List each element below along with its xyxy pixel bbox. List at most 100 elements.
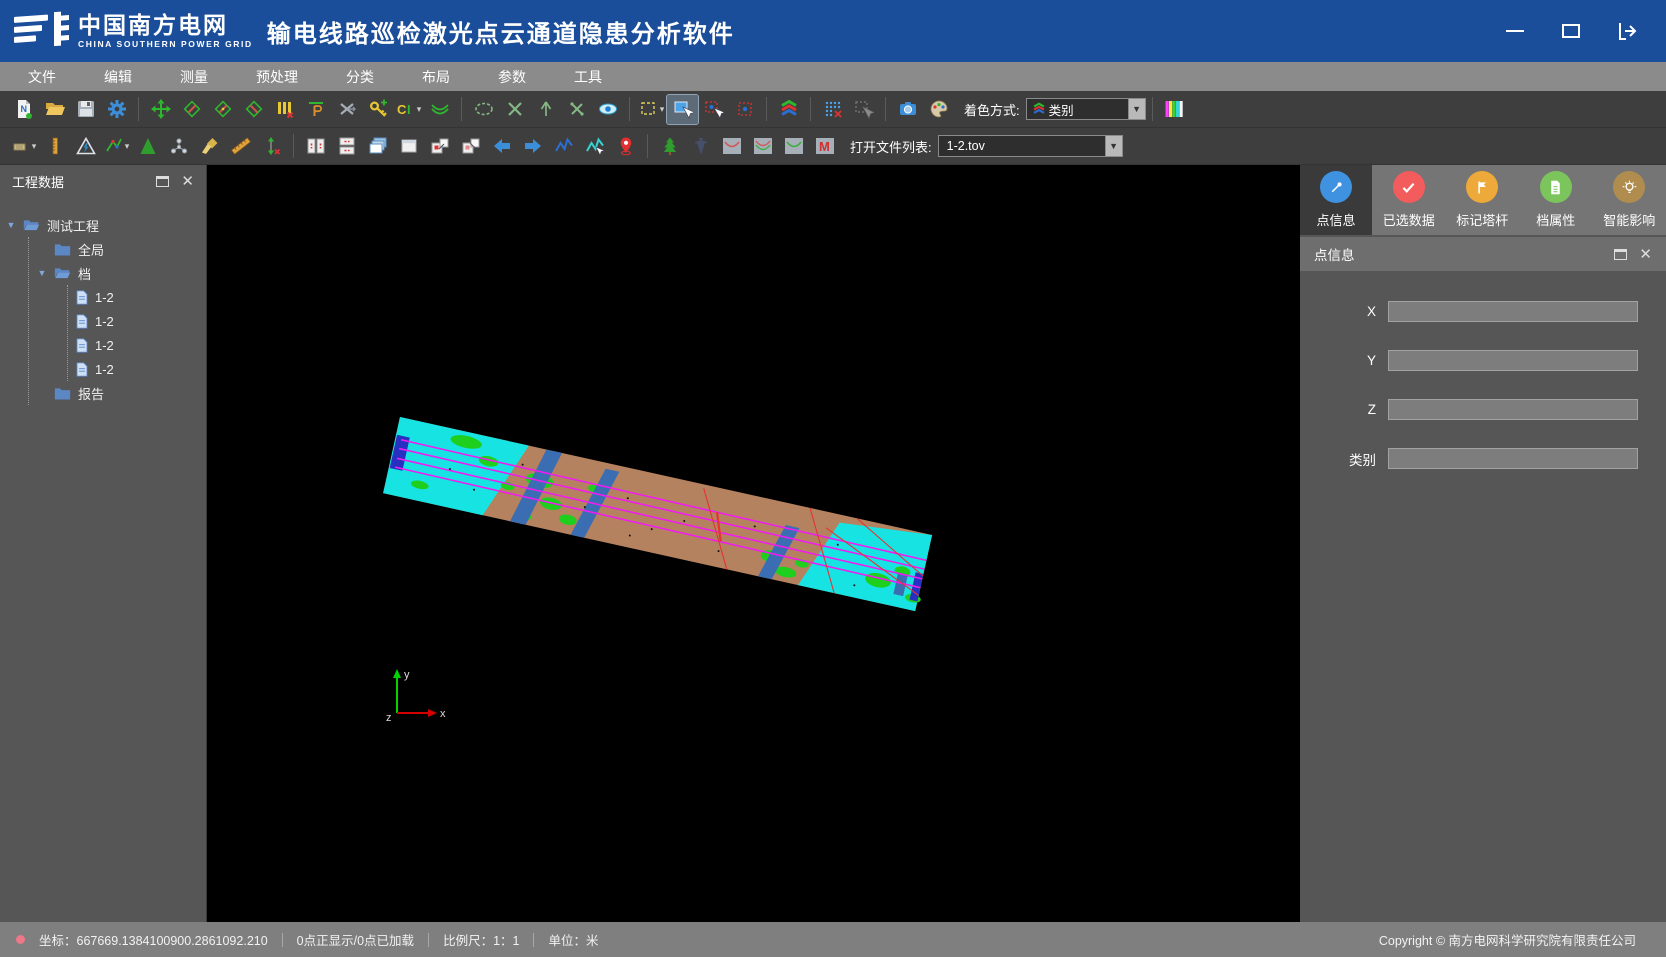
menu-tools[interactable]: 工具	[550, 62, 626, 91]
menu-edit[interactable]: 编辑	[80, 62, 156, 91]
dropdown-arrow-icon: ▾	[125, 141, 130, 152]
eye-visibility-button[interactable]	[592, 95, 623, 124]
z-field-input[interactable]	[1388, 399, 1638, 420]
polyline-blue-button[interactable]	[548, 132, 579, 161]
menu-file[interactable]: 文件	[4, 62, 80, 91]
arrow-left-button[interactable]	[486, 132, 517, 161]
settings-button[interactable]	[101, 95, 132, 124]
tree-node-global[interactable]: 全局	[37, 237, 200, 261]
panel-close-icon[interactable]: ✕	[1639, 247, 1652, 262]
y-field-input[interactable]	[1388, 350, 1638, 371]
ci-dropdown-button[interactable]: CI▾	[393, 95, 424, 124]
align-delete-button[interactable]	[256, 132, 287, 161]
vector-measure-button[interactable]: ▾	[101, 132, 132, 161]
catenary-red-button[interactable]	[716, 132, 747, 161]
tab-span-props[interactable]: 档属性	[1519, 165, 1593, 235]
layer-arrows-icon	[779, 99, 799, 119]
tree-node-span-file[interactable]: 1-2	[76, 357, 200, 381]
menu-preprocess[interactable]: 预处理	[232, 62, 322, 91]
tree-node-span-file[interactable]: 1-2	[76, 285, 200, 309]
rect-select-button[interactable]: ▾	[636, 95, 667, 124]
ci-icon: CI	[396, 99, 416, 119]
m-label-button[interactable]: M	[809, 132, 840, 161]
bars-delete-button[interactable]	[269, 95, 300, 124]
plumb-line-button[interactable]	[530, 95, 561, 124]
color-palette-button[interactable]	[923, 95, 954, 124]
window-new-button[interactable]	[393, 132, 424, 161]
cut-cross-button[interactable]	[331, 95, 362, 124]
tab-smart-impact[interactable]: 智能影响	[1593, 165, 1666, 235]
open-folder-button[interactable]	[39, 95, 70, 124]
brush-icon	[11, 136, 31, 156]
classify-diamond-3-button[interactable]	[238, 95, 269, 124]
arrow-right-button[interactable]	[517, 132, 548, 161]
brush-dropdown-button[interactable]: ▾	[8, 132, 39, 161]
cone-marker-button[interactable]	[132, 132, 163, 161]
point-cloud-viewport[interactable]: y x z	[207, 165, 1300, 922]
tree-node-spans[interactable]: ▼ 档	[37, 261, 200, 285]
file-list-select[interactable]: 1-2.tov ▼	[938, 135, 1123, 157]
ruler-vertical-button[interactable]	[39, 132, 70, 161]
windows-stack-button[interactable]	[362, 132, 393, 161]
menu-classify[interactable]: 分类	[322, 62, 398, 91]
tab-mark-tower[interactable]: 标记塔杆	[1446, 165, 1520, 235]
tree-node-span-file[interactable]: 1-2	[76, 309, 200, 333]
catenary-mixed-button[interactable]	[747, 132, 778, 161]
catenary-fit-button[interactable]	[424, 95, 455, 124]
menu-measure[interactable]: 测量	[156, 62, 232, 91]
nodes-network-button[interactable]	[163, 132, 194, 161]
broom-clean-button[interactable]	[194, 132, 225, 161]
menu-params[interactable]: 参数	[474, 62, 550, 91]
rainbow-bars-button[interactable]	[1159, 95, 1190, 124]
key-add-button[interactable]	[362, 95, 393, 124]
polyline-cyan-pick-button[interactable]	[579, 132, 610, 161]
maximize-button[interactable]	[1560, 21, 1582, 41]
tree-node-project[interactable]: ▼ 测试工程	[6, 213, 200, 237]
view-copy-1-button[interactable]	[424, 132, 455, 161]
cross-delete-button[interactable]	[499, 95, 530, 124]
location-pin-button[interactable]	[610, 132, 641, 161]
grid-points-delete-button[interactable]	[817, 95, 848, 124]
tree-vegetation-button[interactable]	[654, 132, 685, 161]
camera-snapshot-button[interactable]	[892, 95, 923, 124]
exit-button[interactable]	[1616, 21, 1638, 41]
deselect-cursor-button[interactable]	[848, 95, 879, 124]
tower-pylon-button[interactable]	[685, 132, 716, 161]
classify-diamond-1-button[interactable]	[176, 95, 207, 124]
tree-node-span-file[interactable]: 1-2	[76, 333, 200, 357]
layer-arrows-button[interactable]	[773, 95, 804, 124]
new-file-button[interactable]: N	[8, 95, 39, 124]
panel-restore-icon[interactable]	[156, 176, 169, 187]
ellipse-select-button[interactable]	[468, 95, 499, 124]
select-points-button[interactable]	[729, 95, 760, 124]
expander-icon[interactable]: ▼	[6, 220, 16, 230]
split-vertical-button[interactable]	[300, 132, 331, 161]
minimize-button[interactable]	[1504, 21, 1526, 41]
expander-icon[interactable]: ▼	[37, 268, 47, 278]
ruler-diagonal-button[interactable]	[225, 132, 256, 161]
category-field-input[interactable]	[1388, 448, 1638, 469]
clip-cross-button[interactable]	[561, 95, 592, 124]
tab-point-info[interactable]: 点信息	[1300, 165, 1372, 235]
select-cursor-button[interactable]	[667, 95, 698, 124]
triangle-lightning-button[interactable]	[70, 132, 101, 161]
save-icon	[76, 99, 96, 119]
move-button[interactable]	[145, 95, 176, 124]
menu-layout[interactable]: 布局	[398, 62, 474, 91]
panel-restore-icon[interactable]	[1614, 249, 1627, 260]
catenary-green-button[interactable]	[778, 132, 809, 161]
view-copy-2-button[interactable]	[455, 132, 486, 161]
save-button[interactable]	[70, 95, 101, 124]
m-label-icon: M	[815, 136, 835, 156]
file-icon	[76, 290, 88, 305]
classify-diamond-2-button[interactable]	[207, 95, 238, 124]
section-profile-button[interactable]	[300, 95, 331, 124]
select-points-cursor-button[interactable]	[698, 95, 729, 124]
split-horizontal-button[interactable]	[331, 132, 362, 161]
tree-node-report[interactable]: 报告	[37, 381, 200, 405]
coloring-mode-select[interactable]: 类别 ▼	[1026, 98, 1146, 120]
project-panel-title: 工程数据	[12, 172, 64, 191]
tab-selected-data[interactable]: 已选数据	[1372, 165, 1446, 235]
x-field-input[interactable]	[1388, 301, 1638, 322]
panel-close-icon[interactable]: ✕	[181, 174, 194, 189]
